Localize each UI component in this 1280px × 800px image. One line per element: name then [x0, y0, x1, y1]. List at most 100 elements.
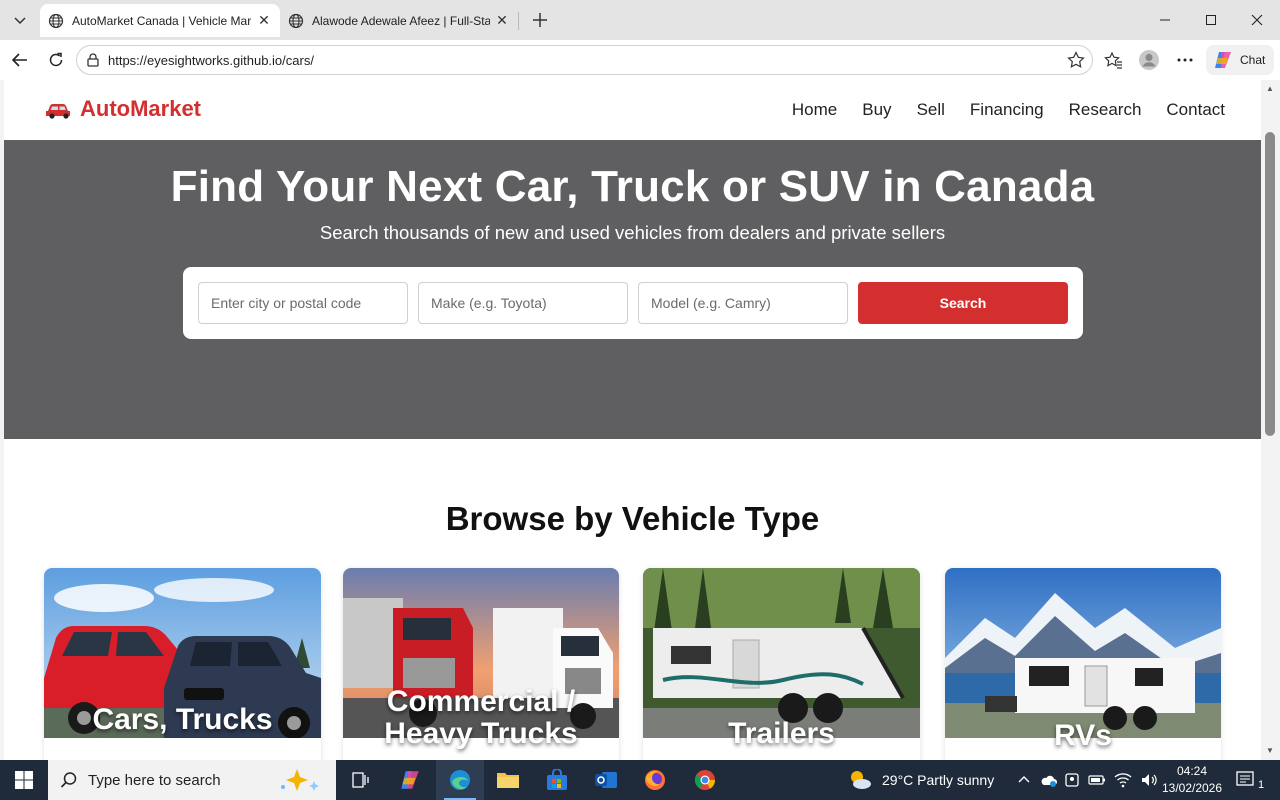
system-tray — [1016, 760, 1158, 800]
tab-divider — [518, 12, 519, 30]
hero-section: Find Your Next Car, Truck or SUV in Cana… — [4, 140, 1261, 439]
system-clock[interactable]: 04:24 13/02/2026 — [1160, 763, 1224, 797]
site-info-icon[interactable] — [85, 52, 101, 68]
taskbar-search-box[interactable]: Type here to search — [48, 760, 336, 800]
plus-icon — [533, 13, 547, 27]
firefox-icon — [645, 770, 665, 790]
hero-subtitle: Search thousands of new and used vehicle… — [319, 222, 946, 243]
nav-research[interactable]: Research — [1069, 100, 1142, 120]
avatar-icon — [1139, 50, 1159, 70]
chrome-icon — [694, 770, 716, 790]
outlook-app-button[interactable] — [582, 760, 630, 800]
settings-menu-button[interactable] — [1171, 46, 1199, 74]
nav-financing[interactable]: Financing — [970, 100, 1044, 120]
favorites-button[interactable] — [1099, 46, 1127, 74]
start-button[interactable] — [0, 760, 48, 800]
arrow-left-icon — [11, 53, 27, 67]
nav-contact[interactable]: Contact — [1166, 100, 1225, 120]
cloud-sync-icon[interactable] — [1040, 772, 1058, 788]
make-input[interactable] — [418, 282, 628, 324]
scroll-up-icon[interactable]: ▲ — [1265, 84, 1275, 94]
minimize-icon — [1160, 19, 1170, 21]
vehicle-type-card-cars[interactable]: Cars, Trucks — [44, 568, 321, 760]
close-tab-icon[interactable]: ✕ — [256, 12, 272, 29]
car-icon — [46, 104, 70, 119]
copilot-chat-button[interactable]: Chat — [1206, 45, 1274, 75]
browser-toolbar: https://eyesightworks.github.io/cars/ Ch… — [0, 40, 1280, 80]
refresh-button[interactable] — [42, 46, 70, 74]
chevron-down-icon — [14, 17, 26, 25]
wifi-icon[interactable] — [1114, 772, 1132, 788]
clock-date: 13/02/2026 — [1161, 781, 1223, 795]
scrollbar-thumb[interactable] — [1265, 132, 1275, 436]
tab-title: AutoMarket Canada | Vehicle Marketplace — [72, 13, 252, 28]
more-icon — [1177, 58, 1193, 62]
favorites-icon — [1104, 51, 1122, 69]
card-label-commercial: Commercial / Heavy Trucks — [384, 685, 578, 750]
edge-app-button[interactable] — [436, 760, 484, 800]
task-view-button[interactable] — [336, 760, 384, 800]
clock-time: 04:24 — [1176, 764, 1208, 778]
maximize-icon — [1206, 15, 1216, 25]
nav-sell[interactable]: Sell — [917, 100, 945, 120]
copilot-icon — [401, 771, 419, 789]
browser-tab-portfolio[interactable]: Alawode Adewale Afeez | Full-Stack Devel… — [280, 4, 518, 37]
globe-icon — [288, 13, 304, 28]
notification-center-button[interactable]: 1 — [1236, 760, 1264, 800]
notification-count: 1 — [1258, 779, 1265, 791]
taskbar-search-placeholder: Type here to search — [88, 771, 221, 789]
chevron-up-icon[interactable] — [1016, 772, 1032, 788]
nav-home[interactable]: Home — [792, 100, 837, 120]
close-window-button[interactable] — [1234, 0, 1280, 40]
card-label-trailers: Trailers — [728, 717, 835, 750]
refresh-icon — [49, 52, 63, 67]
task-view-icon — [352, 772, 369, 788]
minimize-button[interactable] — [1142, 0, 1188, 40]
globe-icon — [48, 13, 64, 28]
vehicle-type-card-commercial[interactable]: Commercial / Heavy Trucks — [343, 568, 619, 760]
tab-list-button[interactable] — [5, 6, 35, 34]
search-icon — [60, 772, 77, 788]
url-text[interactable]: https://eyesightworks.github.io/cars/ — [108, 53, 314, 68]
windows-taskbar: Type here to search 29°C Partly sunny 04… — [0, 760, 1280, 800]
new-tab-button[interactable] — [526, 6, 554, 34]
store-app-button[interactable] — [533, 760, 581, 800]
scroll-down-icon[interactable]: ▼ — [1265, 746, 1275, 756]
meet-now-icon[interactable] — [1064, 772, 1080, 788]
vehicle-type-card-rvs[interactable]: RVs — [945, 568, 1221, 760]
site-logo[interactable]: AutoMarket — [46, 96, 201, 122]
page-scrollbar[interactable]: ▲ ▼ — [1261, 80, 1280, 760]
notification-icon — [1236, 771, 1254, 786]
windows-logo-icon — [15, 771, 33, 789]
search-button[interactable]: Search — [858, 282, 1068, 324]
tab-title: Alawode Adewale Afeez | Full-Stack Devel… — [312, 13, 490, 28]
site-header: AutoMarket Home Buy Sell Financing Resea… — [4, 80, 1261, 140]
chrome-app-button[interactable] — [681, 760, 729, 800]
volume-icon[interactable] — [1140, 772, 1158, 788]
location-input[interactable] — [198, 282, 408, 324]
file-explorer-app-button[interactable] — [484, 760, 532, 800]
card-label-rvs: RVs — [1054, 719, 1112, 752]
close-tab-icon[interactable]: ✕ — [494, 12, 510, 29]
logo-text: AutoMarket — [80, 96, 202, 121]
battery-icon[interactable] — [1088, 774, 1106, 786]
firefox-app-button[interactable] — [631, 760, 679, 800]
partly-sunny-icon — [851, 771, 871, 789]
favorite-star-icon[interactable] — [1066, 50, 1086, 70]
outlook-icon — [595, 772, 617, 788]
model-input[interactable] — [638, 282, 848, 324]
back-button[interactable] — [6, 46, 34, 74]
vehicle-type-card-trailers[interactable]: Trailers — [643, 568, 920, 760]
maximize-button[interactable] — [1188, 0, 1234, 40]
address-bar[interactable]: https://eyesightworks.github.io/cars/ — [76, 45, 1093, 75]
weather-widget[interactable]: 29°C Partly sunny — [848, 760, 994, 800]
rv-image — [945, 568, 1221, 738]
browser-tab-strip: AutoMarket Canada | Vehicle Marketplace … — [0, 0, 1280, 40]
copilot-app-button[interactable] — [386, 760, 434, 800]
browser-tab-automarket[interactable]: AutoMarket Canada | Vehicle Marketplace … — [40, 4, 280, 37]
browse-section-title: Browse by Vehicle Type — [445, 500, 820, 537]
nav-buy[interactable]: Buy — [862, 100, 891, 120]
profile-button[interactable] — [1135, 46, 1163, 74]
edge-icon — [450, 770, 470, 790]
weather-text: 29°C Partly sunny — [882, 772, 995, 788]
